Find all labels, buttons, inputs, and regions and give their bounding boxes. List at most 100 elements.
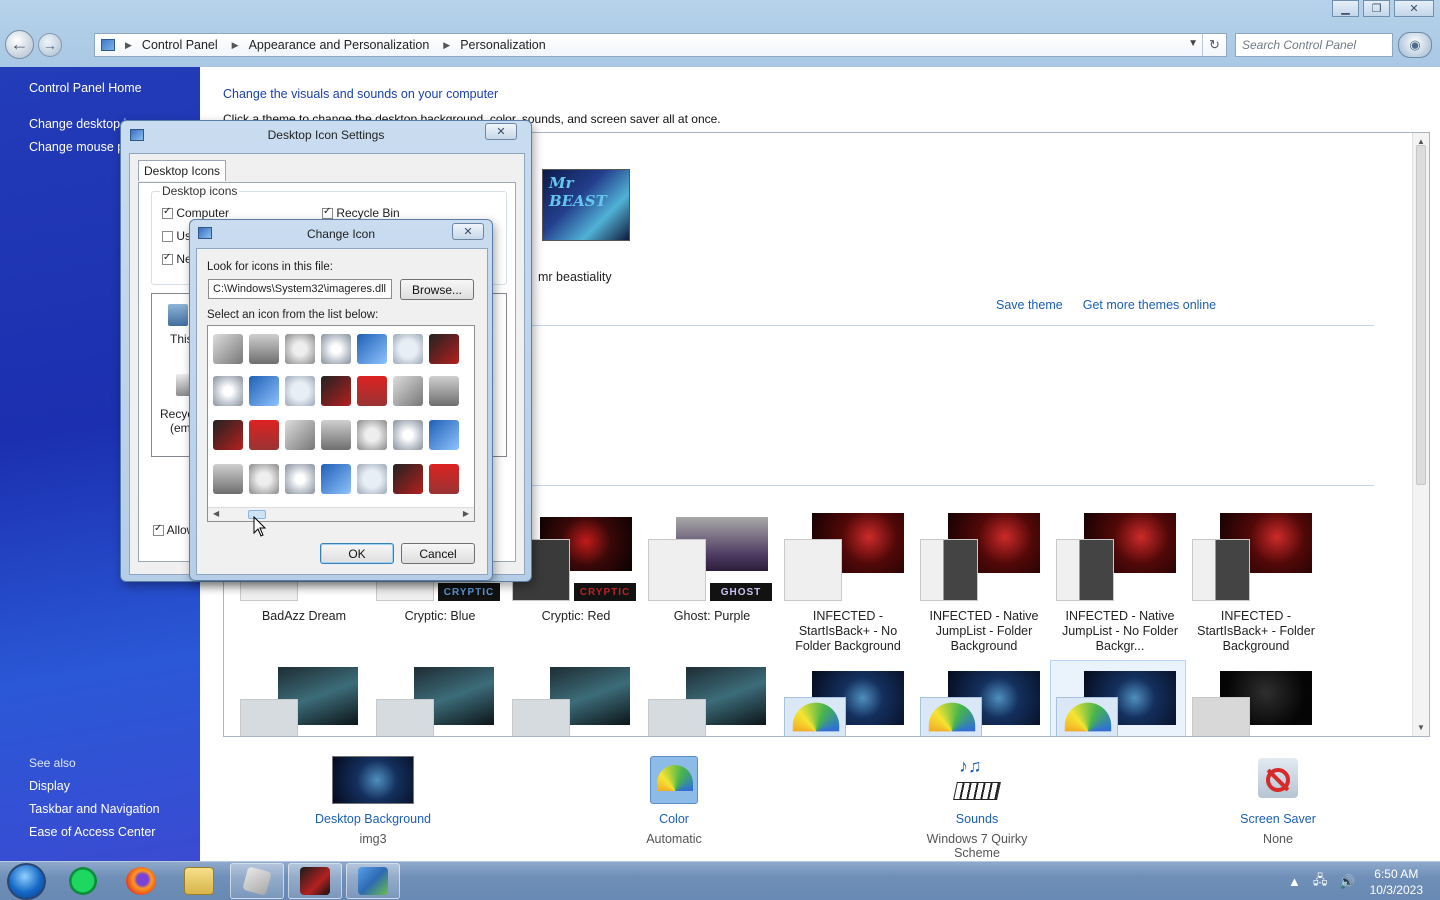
browse-button[interactable]: Browse... xyxy=(400,279,474,300)
icon-option[interactable] xyxy=(391,462,425,496)
media-taskbar-button[interactable] xyxy=(288,863,342,899)
close-button[interactable]: ✕ xyxy=(1394,0,1434,17)
forward-button[interactable]: → xyxy=(38,33,62,57)
icon-option[interactable] xyxy=(391,418,425,452)
icon-option[interactable] xyxy=(247,462,281,496)
help-globe-icon[interactable]: ◉ xyxy=(1398,32,1432,58)
show-hidden-icons-icon[interactable]: ▲ xyxy=(1288,874,1301,889)
scroll-right-icon[interactable]: ▶ xyxy=(463,509,469,518)
icon-option[interactable] xyxy=(319,462,353,496)
icon-file-path-input[interactable]: C:\Windows\System32\imageres.dll xyxy=(208,279,392,299)
chevron-right-icon[interactable]: ▶ xyxy=(226,40,245,51)
sidebar-item-display[interactable]: Display xyxy=(29,779,70,793)
recycle-bin-checkbox[interactable]: Recycle Bin xyxy=(322,206,400,220)
scroll-left-icon[interactable]: ◀ xyxy=(213,509,219,518)
desktop-background-setting[interactable]: Desktop Background img3 xyxy=(298,756,448,846)
save-theme-link[interactable]: Save theme xyxy=(996,298,1063,312)
spotify-taskbar-button[interactable] xyxy=(56,863,110,899)
icon-option[interactable] xyxy=(319,374,353,408)
icon-option[interactable] xyxy=(427,418,461,452)
sidebar-item-home[interactable]: Control Panel Home xyxy=(29,81,142,95)
control-panel-taskbar-button[interactable] xyxy=(346,863,400,899)
back-button[interactable]: ← xyxy=(5,30,34,59)
icon-option[interactable] xyxy=(427,332,461,366)
icon-option[interactable] xyxy=(283,332,317,366)
theme-tile[interactable] xyxy=(1192,671,1320,736)
theme-infected-sib-no-folder[interactable]: INFECTED - StartIsBack+ - No Folder Back… xyxy=(784,513,912,653)
icon-option[interactable] xyxy=(463,332,474,366)
icon-option[interactable] xyxy=(355,374,389,408)
chevron-right-icon[interactable]: ▶ xyxy=(119,40,138,51)
minimize-button[interactable]: ▁ xyxy=(1332,0,1359,17)
scroll-down-icon[interactable]: ▼ xyxy=(1417,723,1425,732)
icon-option[interactable] xyxy=(283,418,317,452)
theme-tile[interactable] xyxy=(240,665,368,736)
icon-option[interactable] xyxy=(283,462,317,496)
icon-list[interactable]: ◀ ▶ xyxy=(207,325,475,522)
theme-infected-sib-folder[interactable]: INFECTED - StartIsBack+ - Folder Backgro… xyxy=(1192,513,1320,653)
desktop-background-link[interactable]: Desktop Background xyxy=(298,812,448,826)
close-icon[interactable]: ✕ xyxy=(485,123,517,140)
theme-tile[interactable] xyxy=(648,665,776,736)
icon-option[interactable] xyxy=(463,462,474,496)
icon-option[interactable] xyxy=(427,462,461,496)
refresh-icon[interactable]: ↻ xyxy=(1202,34,1226,56)
screen-saver-link[interactable]: Screen Saver xyxy=(1203,812,1353,826)
icon-option[interactable] xyxy=(211,462,245,496)
network-checkbox[interactable]: Ne xyxy=(162,252,192,266)
color-link[interactable]: Color xyxy=(599,812,749,826)
breadcrumb-appearance[interactable]: Appearance and Personalization xyxy=(245,38,438,52)
icon-option[interactable] xyxy=(247,418,281,452)
network-icon[interactable]: 🖧 xyxy=(1313,871,1328,893)
theme-tile[interactable] xyxy=(784,671,912,736)
breadcrumb-personalization[interactable]: Personalization xyxy=(456,38,553,52)
start-button[interactable] xyxy=(7,863,46,900)
sidebar-item-mouse-pointers[interactable]: Change mouse p xyxy=(29,140,124,154)
icon-list-scrollbar[interactable]: ◀ ▶ xyxy=(208,507,474,521)
search-input[interactable]: Search Control Panel xyxy=(1235,33,1393,57)
screen-saver-setting[interactable]: Screen Saver None xyxy=(1203,756,1353,846)
scrollbar-thumb[interactable] xyxy=(1416,145,1426,485)
ok-button[interactable]: OK xyxy=(320,543,394,564)
color-setting[interactable]: Color Automatic xyxy=(599,756,749,846)
theme-infected-native-folder[interactable]: INFECTED - Native JumpList - Folder Back… xyxy=(920,513,1048,653)
chevron-down-icon[interactable]: ▼ xyxy=(1188,38,1198,49)
sidebar-item-taskbar[interactable]: Taskbar and Navigation xyxy=(29,802,160,816)
computer-checkbox[interactable]: Computer xyxy=(162,206,229,220)
maximize-button[interactable]: ❐ xyxy=(1363,0,1390,17)
icon-option[interactable] xyxy=(247,374,281,408)
sounds-setting[interactable]: ♪♫ Sounds Windows 7 Quirky Scheme xyxy=(902,756,1052,860)
icon-option[interactable] xyxy=(391,332,425,366)
icon-option[interactable] xyxy=(319,332,353,366)
icon-option[interactable] xyxy=(319,418,353,452)
tab-desktop-icons[interactable]: Desktop Icons xyxy=(138,160,227,181)
address-bar[interactable]: ▶ Control Panel ▶ Appearance and Persona… xyxy=(94,33,1227,57)
close-icon[interactable]: ✕ xyxy=(452,223,484,240)
icon-option[interactable] xyxy=(247,332,281,366)
icon-option[interactable] xyxy=(463,374,474,408)
theme-tile[interactable] xyxy=(920,671,1048,736)
firefox-taskbar-button[interactable] xyxy=(114,863,168,899)
sidebar-item-desktop-icons[interactable]: Change desktop i xyxy=(29,117,126,131)
theme-infected-native-no-folder[interactable]: INFECTED - Native JumpList - No Folder B… xyxy=(1056,513,1184,653)
explorer-taskbar-button[interactable] xyxy=(172,863,226,899)
theme-tile-selected[interactable] xyxy=(1056,671,1184,736)
icon-option[interactable] xyxy=(211,332,245,366)
my-theme-label[interactable]: mr beastiality xyxy=(538,270,612,284)
clock[interactable]: 6:50 AM 10/3/2023 xyxy=(1370,866,1423,898)
icon-option[interactable] xyxy=(391,374,425,408)
users-files-checkbox[interactable]: Us xyxy=(162,229,191,243)
my-theme-thumbnail[interactable]: Mr BEAST xyxy=(537,169,632,262)
icon-option[interactable] xyxy=(283,374,317,408)
chevron-right-icon[interactable]: ▶ xyxy=(437,40,456,51)
theme-list-scrollbar[interactable]: ▲ ▼ xyxy=(1412,133,1429,736)
cancel-button[interactable]: Cancel xyxy=(401,543,475,564)
volume-icon[interactable]: 🔊 xyxy=(1339,874,1355,890)
icon-option[interactable] xyxy=(211,374,245,408)
theme-ghost-purple[interactable]: GHOST Ghost: Purple xyxy=(648,513,776,623)
icon-option[interactable] xyxy=(211,418,245,452)
sidebar-item-ease-of-access[interactable]: Ease of Access Center xyxy=(29,825,155,839)
roblox-taskbar-button[interactable] xyxy=(230,863,284,899)
get-more-themes-link[interactable]: Get more themes online xyxy=(1083,298,1216,312)
breadcrumb-control-panel[interactable]: Control Panel xyxy=(138,38,226,52)
